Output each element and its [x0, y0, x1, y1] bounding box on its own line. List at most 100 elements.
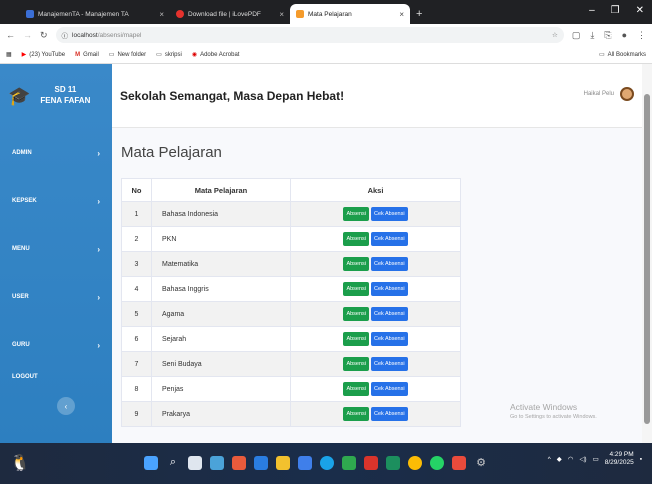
- bookmarks-bar: ▦ ▶ (23) YouTube M Gmail ▭ New folder ▭ skri…: [0, 46, 652, 64]
- bookmark-star-icon[interactable]: ☆: [552, 31, 558, 39]
- close-tab-icon[interactable]: ×: [159, 10, 164, 19]
- row-mapel: Sejarah: [151, 326, 291, 352]
- absensi-button[interactable]: Absensi: [343, 282, 370, 296]
- clipboard-icon[interactable]: ⎘: [604, 30, 611, 41]
- all-bookmarks[interactable]: ▭ All Bookmarks: [598, 51, 646, 59]
- sidebar-item-guru[interactable]: GURU ›: [0, 337, 112, 353]
- absensi-button[interactable]: Absensi: [343, 332, 370, 346]
- battery-icon[interactable]: ▭: [593, 455, 599, 463]
- sidebar-item-user[interactable]: USER ›: [0, 289, 112, 305]
- sidebar-item-kepsek[interactable]: KEPSEK ›: [0, 193, 112, 209]
- absensi-button[interactable]: Absensi: [343, 232, 370, 246]
- task-view-icon[interactable]: [188, 456, 202, 470]
- address-toolbar: ← → ↻ ⓘ localhost/absensi/mapel ☆ ▢ ⤓ ⎘ …: [0, 24, 652, 46]
- cek-absensi-button[interactable]: Cek Absensi: [370, 332, 408, 346]
- whatsapp-icon[interactable]: [430, 456, 444, 470]
- bookmark-skripsi[interactable]: ▭ skripsi: [156, 51, 182, 59]
- wifi-icon[interactable]: ◠: [568, 455, 574, 463]
- close-tab-icon[interactable]: ×: [279, 10, 284, 19]
- edge-icon[interactable]: [320, 456, 334, 470]
- app-icon[interactable]: [386, 456, 400, 470]
- more-menu-icon[interactable]: ⋮: [637, 30, 646, 41]
- site-info-icon[interactable]: ⓘ: [62, 30, 69, 40]
- search-icon[interactable]: ⌕: [166, 456, 180, 470]
- sidebar-item-menu[interactable]: MENU ›: [0, 241, 112, 257]
- absensi-button[interactable]: Absensi: [343, 382, 370, 396]
- row-actions: Absensi Cek Absensi: [290, 376, 461, 402]
- app-icon[interactable]: [298, 456, 312, 470]
- tab-mata-pelajaran[interactable]: Mata Pelajaran ×: [290, 4, 410, 24]
- absensi-button[interactable]: Absensi: [343, 207, 370, 221]
- cek-absensi-button[interactable]: Cek Absensi: [370, 357, 408, 371]
- absensi-button[interactable]: Absensi: [343, 257, 370, 271]
- row-no: 8: [121, 376, 152, 402]
- row-no: 6: [121, 326, 152, 352]
- file-explorer-icon[interactable]: [276, 456, 290, 470]
- chrome-icon[interactable]: [408, 456, 422, 470]
- app-icon[interactable]: [364, 456, 378, 470]
- top-navbar: Sekolah Semangat, Masa Depan Hebat! Haik…: [112, 64, 642, 128]
- url-field[interactable]: ⓘ localhost/absensi/mapel ☆: [55, 27, 564, 43]
- volume-icon[interactable]: ◁): [579, 455, 586, 463]
- sidebar-item-logout[interactable]: LOGOUT: [0, 369, 112, 385]
- start-icon[interactable]: [144, 456, 158, 470]
- absensi-button[interactable]: Absensi: [343, 407, 370, 421]
- folder-icon: ▭: [598, 52, 605, 58]
- site-favicon-icon: [26, 10, 34, 18]
- tab-title: Mata Pelajaran: [308, 10, 352, 18]
- tab-title: ManajemenTA - Manajemen TA: [38, 10, 129, 18]
- app-icon[interactable]: [342, 456, 356, 470]
- back-icon[interactable]: ←: [6, 30, 15, 40]
- row-actions: Absensi Cek Absensi: [290, 226, 461, 252]
- brand[interactable]: 🎓 SD 11 FENA FAFAN: [0, 64, 112, 128]
- widgets-icon[interactable]: 🐧: [10, 453, 30, 473]
- absensi-button[interactable]: Absensi: [343, 357, 370, 371]
- cek-absensi-button[interactable]: Cek Absensi: [370, 282, 408, 296]
- notification-icon[interactable]: ▪: [640, 456, 642, 463]
- row-mapel: Agama: [151, 301, 291, 327]
- bookmark-gmail[interactable]: M Gmail: [75, 52, 99, 58]
- bookmark-youtube[interactable]: ▶ (23) YouTube: [22, 51, 65, 59]
- row-mapel: Bahasa Indonesia: [151, 201, 291, 227]
- cek-absensi-button[interactable]: Cek Absensi: [370, 232, 408, 246]
- tab-ilovepdf[interactable]: Download file | iLovePDF ×: [170, 4, 290, 24]
- scrollbar-thumb[interactable]: [644, 94, 650, 424]
- page-scrollbar[interactable]: [642, 64, 652, 443]
- bookmark-adobe[interactable]: ◉ Adobe Acrobat: [192, 51, 240, 59]
- row-actions: Absensi Cek Absensi: [290, 301, 461, 327]
- table-row: 8 Penjas Absensi Cek Absensi: [121, 376, 461, 402]
- tray-app-icon[interactable]: ◆: [557, 455, 562, 463]
- row-no: 4: [121, 276, 152, 302]
- app-icon[interactable]: [452, 456, 466, 470]
- minimize-icon[interactable]: –: [589, 5, 595, 16]
- profile-icon[interactable]: ●: [622, 30, 627, 41]
- reload-icon[interactable]: ↻: [40, 30, 48, 41]
- clock[interactable]: 4:29 PM 8/29/2025: [605, 451, 634, 468]
- app-icon[interactable]: [254, 456, 268, 470]
- new-tab-icon[interactable]: +: [416, 4, 422, 24]
- cek-absensi-button[interactable]: Cek Absensi: [370, 382, 408, 396]
- close-tab-icon[interactable]: ×: [399, 10, 404, 19]
- cek-absensi-button[interactable]: Cek Absensi: [370, 307, 408, 321]
- app-icon[interactable]: [232, 456, 246, 470]
- graduation-cap-icon: 🎓: [8, 85, 31, 106]
- user-menu[interactable]: Haikal Pelu: [584, 87, 634, 101]
- cek-absensi-button[interactable]: Cek Absensi: [370, 257, 408, 271]
- absensi-button[interactable]: Absensi: [343, 307, 370, 321]
- cek-absensi-button[interactable]: Cek Absensi: [370, 207, 408, 221]
- tab-manajemen[interactable]: ManajemenTA - Manajemen TA ×: [20, 4, 170, 24]
- extensions-icon[interactable]: ▢: [572, 30, 581, 41]
- apps-grid-icon[interactable]: ▦: [6, 51, 12, 58]
- app-icon[interactable]: [210, 456, 224, 470]
- tray-chevron-up-icon[interactable]: ^: [548, 456, 551, 463]
- sidebar-toggle-button[interactable]: ‹: [57, 397, 75, 415]
- bookmark-new-folder[interactable]: ▭ New folder: [109, 51, 146, 59]
- close-window-icon[interactable]: ✕: [636, 5, 644, 16]
- restore-icon[interactable]: ❐: [611, 5, 620, 16]
- settings-gear-icon[interactable]: ⚙: [474, 456, 488, 470]
- download-icon[interactable]: ⤓: [590, 30, 594, 41]
- row-no: 5: [121, 301, 152, 327]
- sidebar-item-admin[interactable]: ADMIN ›: [0, 145, 112, 161]
- forward-icon[interactable]: →: [23, 30, 32, 40]
- cek-absensi-button[interactable]: Cek Absensi: [370, 407, 408, 421]
